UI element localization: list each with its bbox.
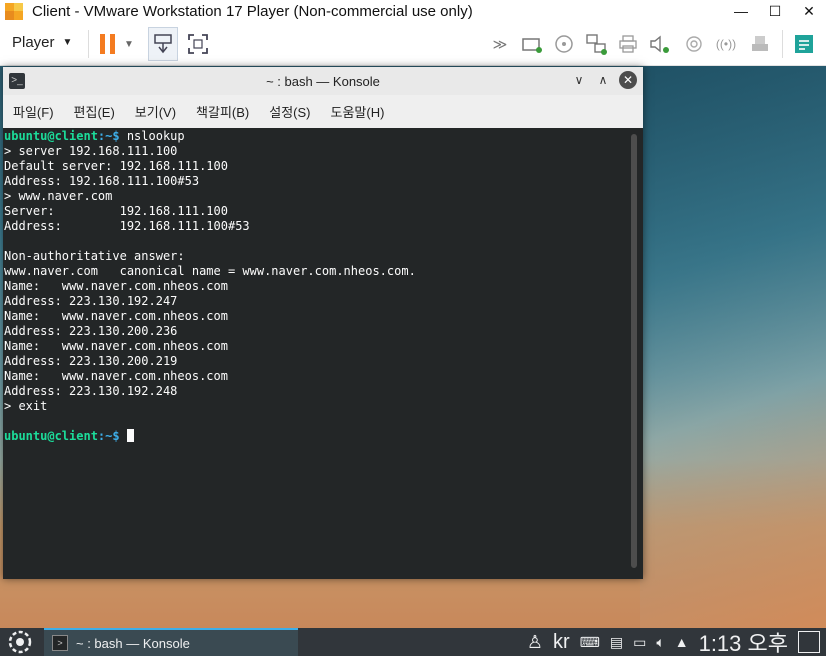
maximize-button[interactable]: ☐ — [758, 0, 792, 22]
keyboard-layout[interactable]: kr — [553, 631, 570, 654]
terminal-output: ubuntu@client:~$ nslookup > server 192.16… — [4, 129, 643, 444]
menu-bookmarks[interactable]: 책갈피(B) — [196, 102, 249, 121]
terminal-line: www.naver.com canonical name = www.naver… — [4, 264, 416, 278]
prompt-path: :~$ — [97, 129, 120, 143]
terminal-line: Address: 223.130.200.236 — [4, 324, 178, 338]
menu-edit[interactable]: 편집(E) — [74, 102, 115, 121]
konsole-title: ~ : bash — Konsole — [266, 73, 380, 89]
forward-icon[interactable]: ≫ — [488, 32, 512, 56]
terminal-line: Name: www.naver.com.nheos.com — [4, 369, 228, 383]
window-title: Client - VMware Workstation 17 Player (N… — [32, 2, 473, 20]
tray-expand-icon[interactable]: ▲ — [675, 634, 689, 650]
konsole-title-bar[interactable]: >_ ~ : bash — Konsole ∨ ∧ ✕ — [3, 67, 643, 95]
close-icon[interactable]: ✕ — [619, 71, 637, 89]
system-tray: ♙ kr ⌨ ▤ ▭ 🔈︎ ▲ 1:13 오후 — [527, 628, 826, 656]
terminal-line: Address: 223.130.192.248 — [4, 384, 178, 398]
minimize-button[interactable]: — — [724, 0, 758, 22]
usb-icon[interactable] — [682, 32, 706, 56]
terminal-line: Name: www.naver.com.nheos.com — [4, 309, 228, 323]
volume-icon[interactable]: 🔈︎ — [656, 634, 664, 651]
menu-settings[interactable]: 설정(S) — [269, 102, 310, 121]
taskbar: > ~ : bash — Konsole ♙ kr ⌨ ▤ ▭ 🔈︎ ▲ 1:1… — [0, 628, 826, 656]
show-desktop-button[interactable] — [798, 631, 820, 653]
konsole-menubar: 파일(F) 편집(E) 보기(V) 책갈피(B) 설정(S) 도움말(H) — [3, 95, 643, 128]
player-menu[interactable]: Player ▼ — [12, 34, 72, 51]
vmware-title-bar: Client - VMware Workstation 17 Player (N… — [0, 0, 826, 22]
terminal-line: > server 192.168.111.100 — [4, 144, 178, 158]
clock[interactable]: 1:13 오후 — [699, 626, 788, 656]
terminal-line: Non-authoritative answer: — [4, 249, 185, 263]
terminal-line: Address: 192.168.111.100#53 — [4, 174, 200, 188]
menu-view[interactable]: 보기(V) — [135, 102, 176, 121]
terminal-line: > exit — [4, 399, 48, 413]
prompt-user: ubuntu@client — [4, 429, 98, 443]
konsole-window[interactable]: >_ ~ : bash — Konsole ∨ ∧ ✕ 파일(F) 편집(E) … — [3, 67, 643, 579]
terminal-cursor — [126, 429, 134, 442]
konsole-app-icon: >_ — [9, 73, 25, 89]
terminal-line: Name: www.naver.com.nheos.com — [4, 279, 228, 293]
terminal-line: Default server: 192.168.111.100 — [4, 159, 228, 173]
printer2-icon[interactable] — [748, 32, 772, 56]
terminal-line: Address: 192.168.111.100#53 — [4, 219, 250, 233]
minimize-chevron-icon[interactable]: ∨ — [571, 73, 587, 87]
terminal-line: > www.naver.com — [4, 189, 113, 203]
notes-icon[interactable] — [792, 32, 816, 56]
keyboard-icon[interactable]: ⌨ — [580, 634, 600, 651]
terminal-line: Address: 223.130.200.219 — [4, 354, 178, 368]
prompt-user: ubuntu@client — [4, 129, 98, 143]
wireless-icon[interactable]: ((•)) — [714, 32, 738, 56]
display-icon[interactable]: ▭ — [633, 634, 646, 651]
vmware-logo-icon — [4, 2, 24, 20]
sound-icon[interactable] — [648, 32, 672, 56]
menu-file[interactable]: 파일(F) — [13, 102, 54, 121]
terminal-area[interactable]: ubuntu@client:~$ nslookup > server 192.16… — [3, 128, 643, 579]
fullscreen-icon[interactable] — [186, 32, 210, 56]
send-ctrl-alt-del-icon[interactable] — [148, 27, 178, 61]
command-text: nslookup — [119, 129, 185, 143]
app-launcher-icon[interactable] — [6, 630, 34, 654]
desktop-wallpaper — [640, 66, 826, 628]
toolbar-divider — [782, 30, 783, 58]
terminal-line: Name: www.naver.com.nheos.com — [4, 339, 228, 353]
taskbar-item-label: ~ : bash — Konsole — [76, 635, 190, 651]
cd-drive-icon[interactable] — [552, 32, 576, 56]
menu-help[interactable]: 도움말(H) — [331, 102, 385, 121]
clipboard-icon[interactable]: ▤ — [610, 634, 623, 651]
prompt-path: :~$ — [97, 429, 120, 443]
toolbar-divider — [88, 30, 89, 58]
hard-disk-icon[interactable] — [520, 32, 544, 56]
scrollbar[interactable] — [631, 134, 637, 568]
maximize-chevron-icon[interactable]: ∧ — [595, 73, 611, 87]
terminal-line: ubuntu@client:~$ — [4, 429, 643, 444]
network-icon[interactable] — [584, 32, 608, 56]
close-button[interactable]: ✕ — [792, 0, 826, 22]
printer-icon[interactable] — [616, 32, 640, 56]
konsole-task-icon: > — [52, 635, 68, 651]
chevron-down-icon: ▼ — [62, 37, 73, 48]
taskbar-item-konsole[interactable]: > ~ : bash — Konsole — [44, 628, 298, 656]
terminal-line: Address: 223.130.192.247 — [4, 294, 178, 308]
player-menu-label: Player — [12, 34, 55, 51]
pause-icon[interactable] — [96, 32, 120, 56]
pause-dropdown-icon[interactable]: ▼ — [122, 32, 136, 56]
terminal-line: ubuntu@client:~$ nslookup — [4, 129, 643, 144]
tux-icon[interactable]: ♙ — [527, 632, 543, 653]
terminal-line: Server: 192.168.111.100 — [4, 204, 228, 218]
vmware-toolbar: Player ▼ ▼ ≫ ((•)) — [0, 22, 826, 66]
